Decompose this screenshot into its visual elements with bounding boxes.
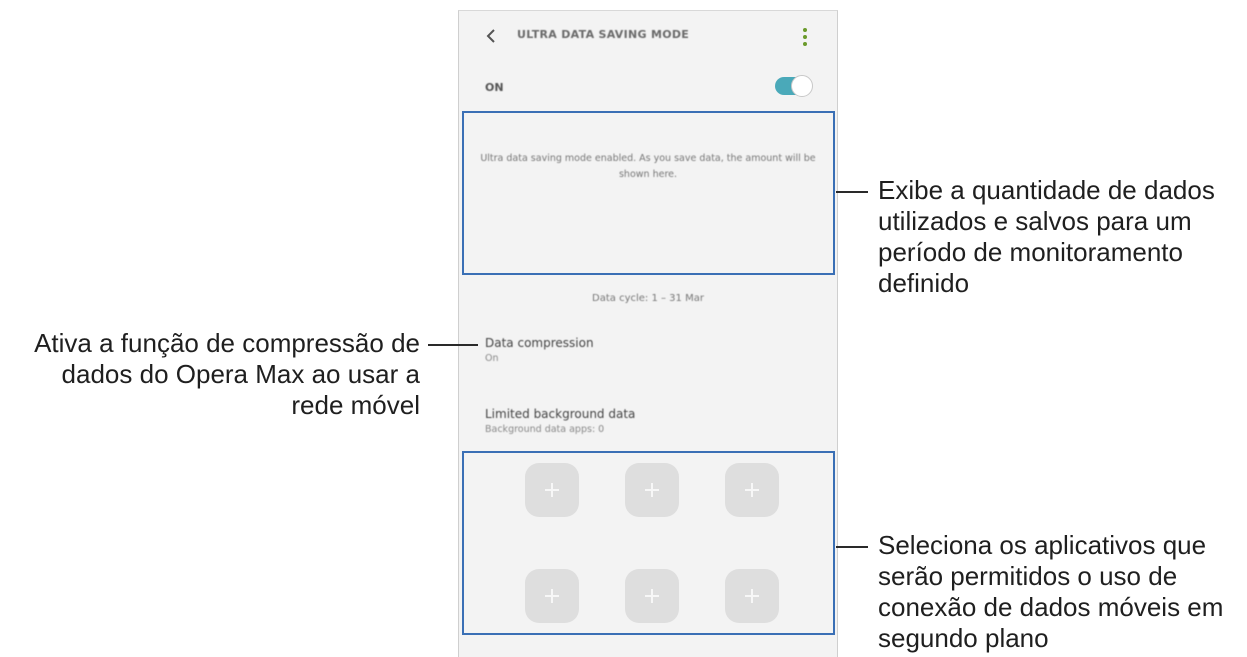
data-cycle-label[interactable]: Data cycle: 1 – 31 Mar [459,293,837,304]
app-bar: ULTRA DATA SAVING MODE [459,11,837,63]
data-compression-setting[interactable]: Data compression On [485,336,594,364]
page-title: ULTRA DATA SAVING MODE [517,28,690,41]
apps-callout: Seleciona os aplicativos que serão permi… [878,530,1224,653]
usage-highlight-box [462,111,835,275]
more-vert-icon [803,28,807,32]
back-button[interactable] [479,24,503,48]
apps-leader-line [836,546,868,548]
setting-title: Limited background data [485,407,636,421]
setting-subtitle: On [485,353,499,364]
usage-leader-line [836,191,868,193]
toggle-knob [791,75,813,97]
master-switch-row[interactable]: ON [459,67,837,111]
setting-title: Data compression [485,336,594,350]
usage-callout: Exibe a quantidade de dados utilizados e… [878,175,1215,298]
compression-leader-line [428,344,478,346]
more-options-button[interactable] [795,24,815,50]
master-toggle[interactable] [775,75,813,97]
compression-callout: Ativa a função de compressão de dados do… [34,328,420,420]
setting-subtitle: Background data apps: 0 [485,424,605,435]
manual-illustration: ULTRA DATA SAVING MODE ON Ultra data sav… [0,0,1247,657]
on-label: ON [485,81,504,94]
back-arrow-icon [486,29,495,43]
limited-background-data-setting[interactable]: Limited background data Background data … [485,407,635,435]
apps-highlight-box [462,451,835,635]
